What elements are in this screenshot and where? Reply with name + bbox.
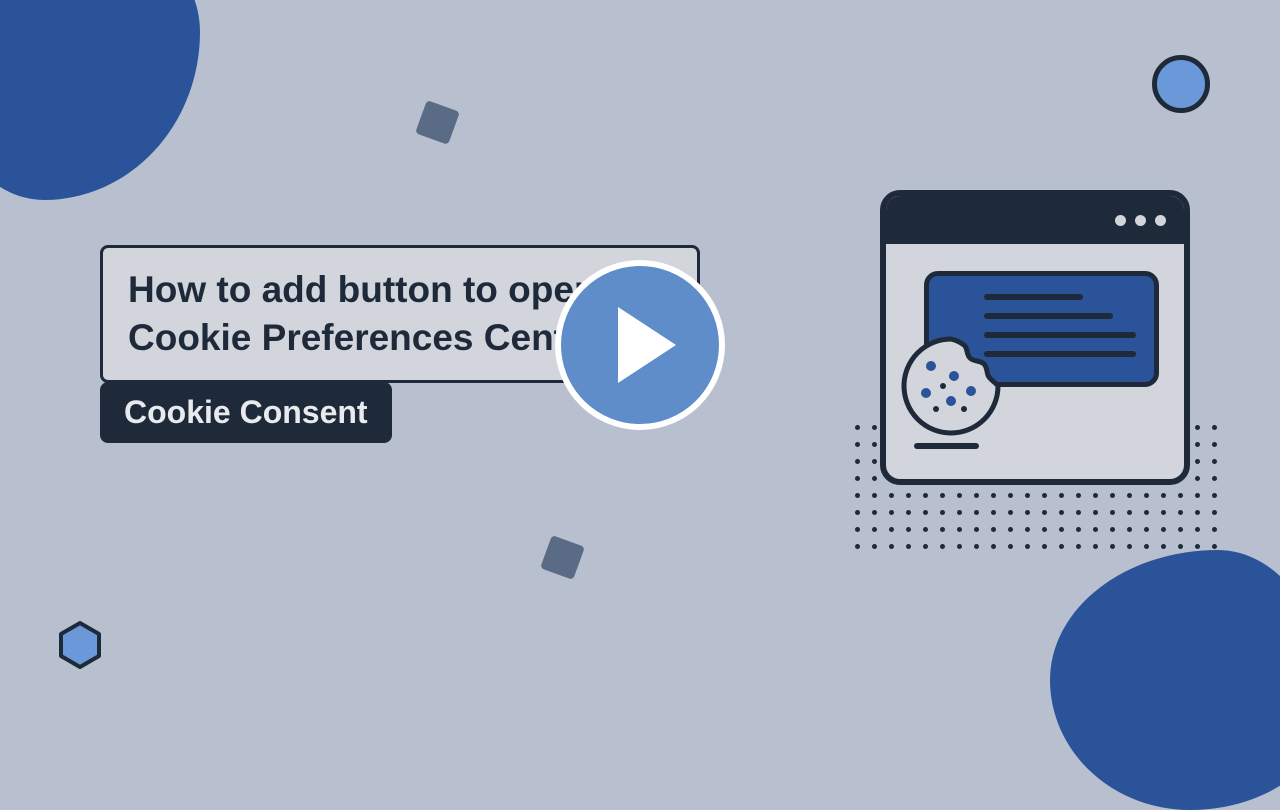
text-line-icon [984,332,1136,338]
text-line-icon [984,351,1136,357]
play-icon [618,307,676,383]
browser-frame [880,190,1190,485]
text-line-icon [914,443,979,449]
browser-window-illustration [880,190,1190,485]
square-shape-1 [415,100,460,145]
window-dot-icon [1155,215,1166,226]
text-line-icon [984,294,1083,300]
hexagon-shape-icon [55,620,105,670]
blob-top-left [0,0,200,200]
blob-bottom-right [1050,550,1280,810]
cookie-icon [896,331,1006,441]
circle-shape-icon [1152,55,1210,113]
square-shape-2 [540,535,585,580]
browser-header [886,196,1184,244]
text-line-icon [984,313,1113,319]
subtitle-pill: Cookie Consent [100,382,392,443]
window-dot-icon [1115,215,1126,226]
window-dot-icon [1135,215,1146,226]
play-button[interactable] [555,260,725,430]
